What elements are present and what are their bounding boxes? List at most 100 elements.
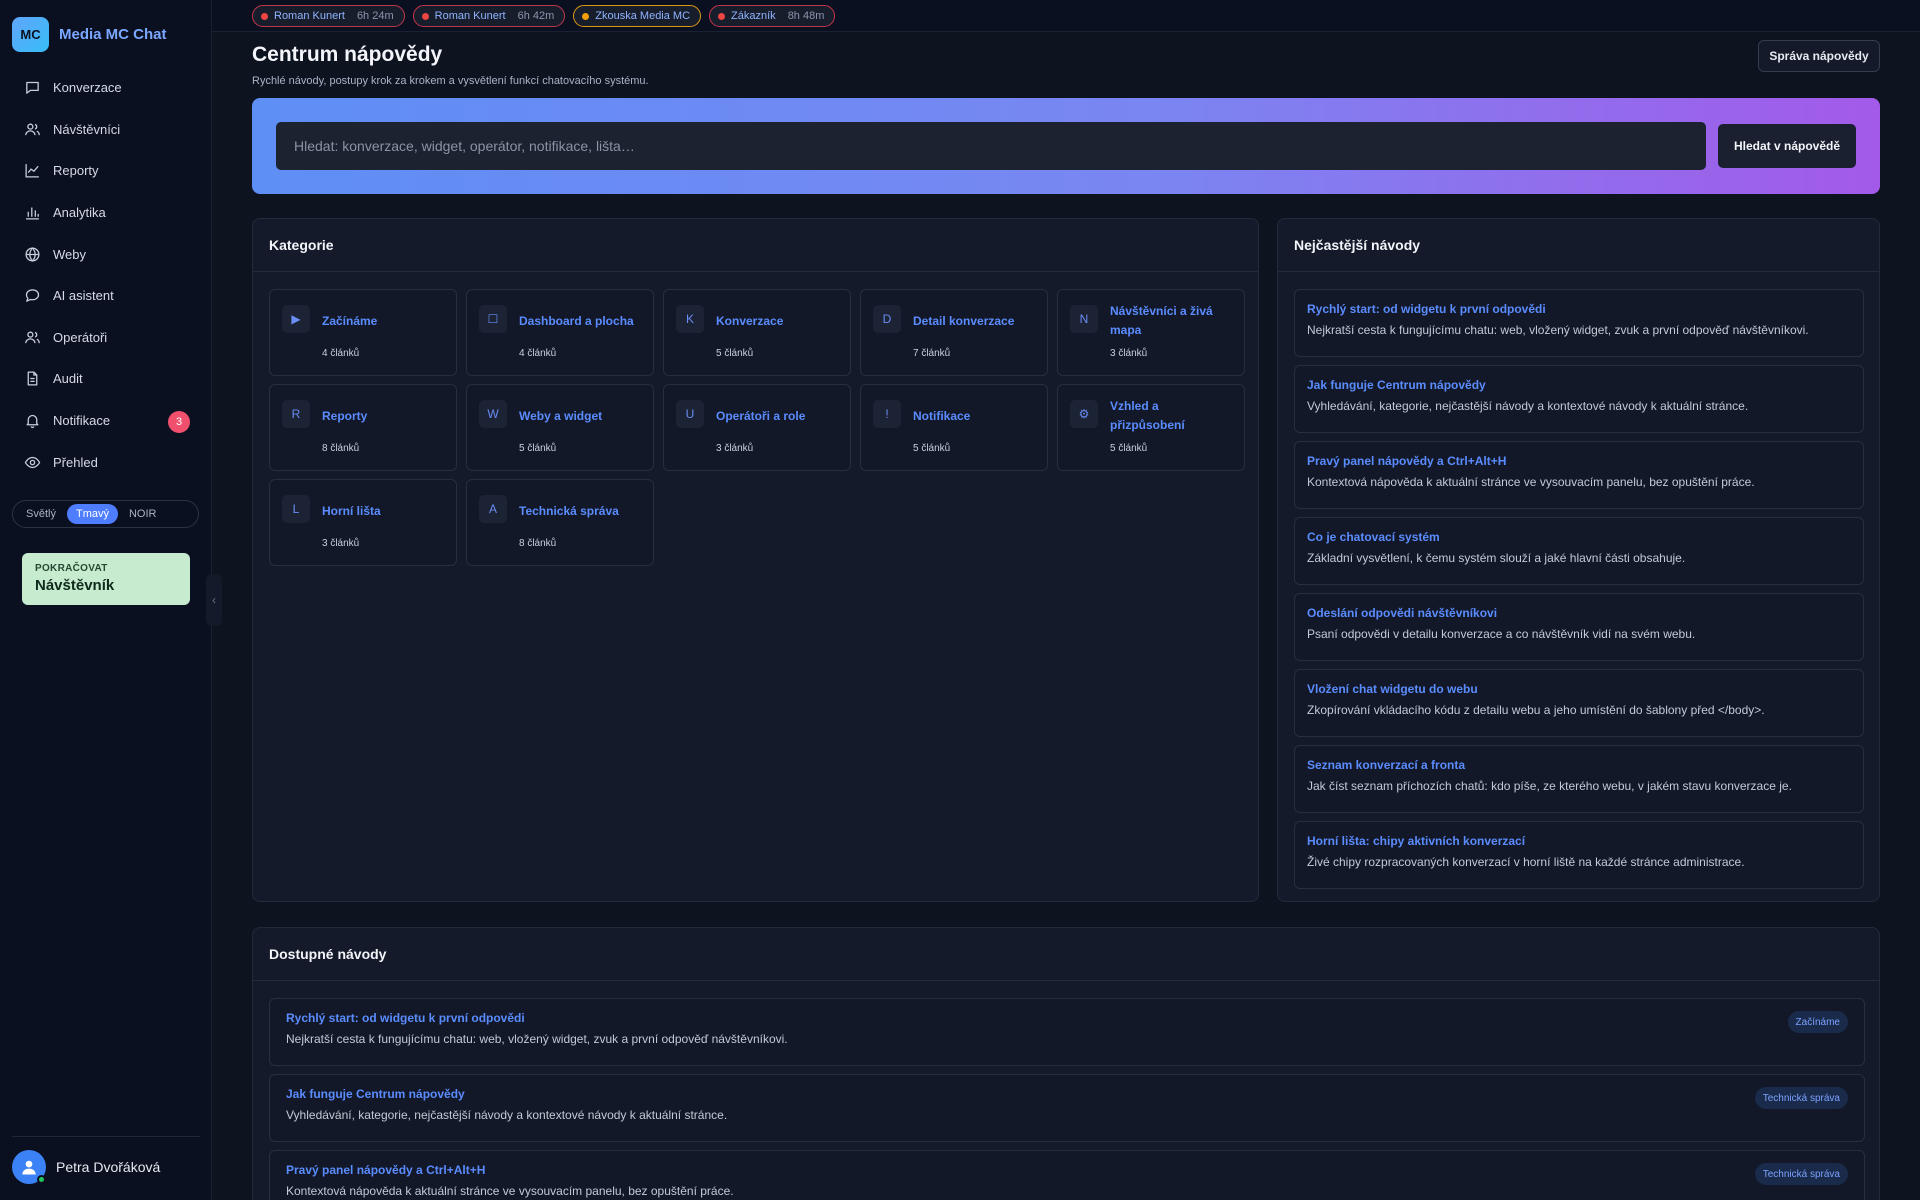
category-name: Detail konverzace: [913, 313, 1015, 328]
sidebar-item-navstevnici[interactable]: Návštěvníci: [12, 109, 200, 151]
category-card[interactable]: U Operátoři a role 3 článků: [663, 384, 851, 471]
category-card[interactable]: ☐ Dashboard a plocha 4 článků: [466, 289, 654, 376]
sidebar-item-analytika[interactable]: Analytika: [12, 192, 200, 234]
continue-card[interactable]: POKRAČOVAT Návštěvník: [22, 553, 190, 605]
letter-d-icon: D: [873, 305, 901, 333]
user-icon: [19, 1157, 39, 1177]
category-count: 4 článků: [322, 348, 360, 359]
guide-title: Pravý panel nápovědy a Ctrl+Alt+H: [1307, 454, 1507, 468]
category-card[interactable]: N Návštěvníci a živá mapa 3 článků: [1057, 289, 1245, 376]
theme-option-dark[interactable]: Tmavý: [66, 504, 118, 524]
category-tag: Technická správa: [1754, 1163, 1848, 1185]
brand[interactable]: MC Media MC Chat: [12, 17, 167, 52]
play-icon: ▶: [282, 305, 310, 333]
conversation-chip[interactable]: Zkouska Media MC: [573, 5, 702, 27]
guide-card[interactable]: Co je chatovací systém Základní vysvětle…: [1294, 517, 1864, 585]
help-search-button[interactable]: Hledat v nápovědě: [1718, 124, 1856, 168]
guide-title: Jak funguje Centrum nápovědy: [286, 1087, 465, 1101]
guide-card[interactable]: Vložení chat widgetu do webu Zkopírování…: [1294, 669, 1864, 737]
guide-title: Rychlý start: od widgetu k první odpověd…: [1307, 302, 1546, 316]
guide-card[interactable]: Odeslání odpovědi návštěvníkovi Psaní od…: [1294, 593, 1864, 661]
sidebar-item-operatori[interactable]: Operátoři: [12, 317, 200, 359]
guide-description: Kontextová nápověda k aktuální stránce v…: [286, 1184, 734, 1198]
sidebar-item-label: Analytika: [53, 205, 106, 221]
category-name: Konverzace: [716, 313, 784, 328]
sidebar-item-reporty[interactable]: Reporty: [12, 150, 200, 192]
status-dot: [582, 12, 590, 20]
chat-bubble-icon: [24, 79, 41, 96]
chip-name: Roman Kunert: [274, 10, 345, 22]
guide-title: Odeslání odpovědi návštěvníkovi: [1307, 606, 1498, 620]
sidebar-divider: [12, 1136, 200, 1137]
sidebar: MC Media MC Chat Konverzace Návštěvníci …: [0, 0, 212, 1200]
category-card[interactable]: K Konverzace 5 článků: [663, 289, 851, 376]
help-search-input[interactable]: [276, 122, 1706, 170]
category-count: 8 článků: [322, 443, 360, 454]
sidebar-item-weby[interactable]: Weby: [12, 233, 200, 275]
theme-switch: Světlý Tmavý NOIR: [12, 500, 199, 528]
theme-option-light[interactable]: Světlý: [17, 504, 65, 524]
bar-chart-icon: [24, 204, 41, 221]
guide-card[interactable]: Seznam konverzací a fronta Jak číst sezn…: [1294, 745, 1864, 813]
status-dot: [718, 12, 726, 20]
category-tag: Technická správa: [1754, 1087, 1848, 1109]
sidebar-item-konverzace[interactable]: Konverzace: [12, 67, 200, 109]
category-count: 5 článků: [716, 348, 754, 359]
category-count: 7 článků: [913, 348, 951, 359]
guide-description: Nejkratší cesta k fungujícímu chatu: web…: [1307, 323, 1809, 337]
category-name: Technická správa: [519, 503, 619, 518]
guide-description: Psaní odpovědi v detailu konverzace a co…: [1307, 627, 1696, 641]
sidebar-item-label: Přehled: [53, 454, 98, 470]
category-card[interactable]: W Weby a widget 5 článků: [466, 384, 654, 471]
letter-w-icon: W: [479, 400, 507, 428]
category-name: Operátoři a role: [716, 408, 806, 423]
guide-card[interactable]: Pravý panel nápovědy a Ctrl+Alt+H Kontex…: [269, 1150, 1865, 1200]
page-title: Centrum nápovědy: [252, 43, 443, 66]
sidebar-item-label: Konverzace: [53, 80, 122, 96]
manage-help-button[interactable]: Správa nápovědy: [1758, 40, 1880, 72]
active-conversations-bar: Roman Kunert 6h 24m Roman Kunert 6h 42m …: [212, 0, 1920, 32]
conversation-chip[interactable]: Roman Kunert 6h 24m: [252, 5, 405, 27]
guide-description: Nejkratší cesta k fungujícímu chatu: web…: [286, 1032, 788, 1046]
category-name: Reporty: [322, 408, 368, 423]
guide-card[interactable]: Rychlý start: od widgetu k první odpověd…: [269, 998, 1865, 1066]
guide-card[interactable]: Rychlý start: od widgetu k první odpověd…: [1294, 289, 1864, 357]
category-card[interactable]: ! Notifikace 5 článků: [860, 384, 1048, 471]
notification-count-badge: 3: [168, 410, 190, 433]
category-count: 3 článků: [1110, 348, 1148, 359]
guide-title: Rychlý start: od widgetu k první odpověd…: [286, 1011, 525, 1025]
guide-card[interactable]: Jak funguje Centrum nápovědy Vyhledávání…: [269, 1074, 1865, 1142]
sidebar-item-label: Reporty: [53, 163, 99, 179]
exclamation-icon: !: [873, 400, 901, 428]
category-card[interactable]: ⚙ Vzhled a přizpůsobení 5 článků: [1057, 384, 1245, 471]
category-card[interactable]: L Horní lišta 3 článků: [269, 479, 457, 566]
sidebar-item-prehled[interactable]: Přehled: [12, 441, 200, 483]
guide-description: Základní vysvětlení, k čemu systém slouž…: [1307, 551, 1686, 565]
guide-card[interactable]: Pravý panel nápovědy a Ctrl+Alt+H Kontex…: [1294, 441, 1864, 509]
conversation-chip[interactable]: Roman Kunert 6h 42m: [412, 5, 566, 27]
letter-l-icon: L: [282, 495, 310, 523]
letter-r-icon: R: [282, 400, 310, 428]
category-name: Notifikace: [913, 408, 971, 423]
category-count: 3 článků: [322, 538, 360, 549]
guide-description: Vyhledávání, kategorie, nejčastější návo…: [286, 1108, 728, 1122]
search-hero: Hledat v nápovědě: [252, 98, 1880, 194]
category-card[interactable]: A Technická správa 8 článků: [466, 479, 654, 566]
theme-option-noir[interactable]: NOIR: [120, 504, 166, 524]
brand-name: Media MC Chat: [59, 26, 167, 43]
guide-card[interactable]: Horní lišta: chipy aktivních konverzací …: [1294, 821, 1864, 889]
category-card[interactable]: ▶ Začínáme 4 článků: [269, 289, 457, 376]
sidebar-item-notifikace[interactable]: Notifikace 3: [12, 400, 200, 442]
sidebar-item-ai-asistent[interactable]: AI asistent: [12, 275, 200, 317]
guide-title: Pravý panel nápovědy a Ctrl+Alt+H: [286, 1163, 486, 1177]
sidebar-collapse-handle[interactable]: ‹: [206, 574, 222, 626]
category-card[interactable]: R Reporty 8 článků: [269, 384, 457, 471]
status-dot: [421, 12, 429, 20]
category-card[interactable]: D Detail konverzace 7 článků: [860, 289, 1048, 376]
sidebar-item-audit[interactable]: Audit: [12, 358, 200, 400]
guide-card[interactable]: Jak funguje Centrum nápovědy Vyhledávání…: [1294, 365, 1864, 433]
available-guides-panel: Dostupné návody Rychlý start: od widgetu…: [252, 927, 1880, 1200]
category-tag: Začínáme: [1787, 1011, 1848, 1033]
conversation-chip[interactable]: Zákazník 8h 48m: [709, 5, 836, 27]
user-profile[interactable]: Petra Dvořáková: [12, 1150, 160, 1184]
